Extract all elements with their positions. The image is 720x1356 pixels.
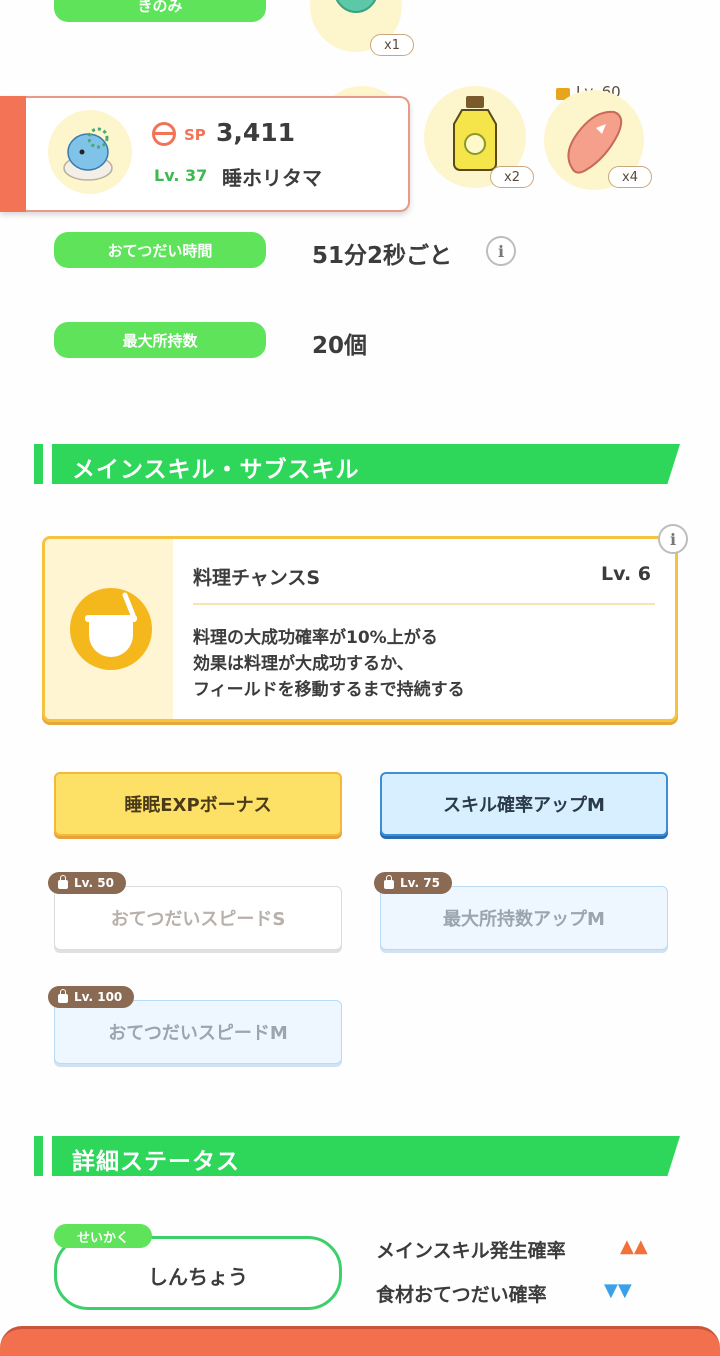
sub-skill-3-button[interactable]: おてつだいスピードS [54, 886, 342, 950]
sub-skill-4-button[interactable]: 最大所持数アップM [380, 886, 668, 950]
skills-section-header: メインスキル・サブスキル [34, 444, 680, 484]
lock-icon [58, 875, 68, 889]
sp-label: SP [184, 126, 206, 144]
main-skill-level: Lv. 6 [601, 563, 651, 585]
pokemon-avatar [48, 110, 132, 194]
lock-icon [384, 875, 394, 889]
help-time-value: 51分2秒ごと [312, 243, 453, 269]
bottom-action-bar[interactable] [0, 1326, 720, 1356]
pokemon-name: 睡ホリタマ [222, 166, 322, 190]
sub-skill-4-lock-label: Lv. 75 [400, 876, 440, 890]
nature-tag: せいかく [54, 1224, 152, 1248]
nature-down-label: 食材おてつだい確率 [376, 1284, 547, 1306]
lock-icon [58, 989, 68, 1003]
nature-up-marks: ▲▲ [620, 1236, 648, 1257]
sub-skill-5-lock-label: Lv. 100 [74, 990, 123, 1004]
skills-section-title: メインスキル・サブスキル [72, 457, 360, 483]
help-time-info-icon[interactable]: i [486, 236, 516, 266]
main-skill-desc-line-2: 効果は料理が大成功するか、 [193, 654, 414, 674]
detail-section-title: 詳細ステータス [72, 1149, 240, 1175]
nature-value: しんちょう [148, 1265, 248, 1289]
main-skill-info-icon[interactable]: i [658, 524, 688, 554]
sub-skill-5-button[interactable]: おてつだいスピードM [54, 1000, 342, 1064]
cooking-pot-icon [70, 588, 152, 670]
ingredient-slot-2-count: x2 [490, 166, 534, 188]
max-carry-value: 20個 [312, 333, 368, 359]
pokemon-card[interactable]: SP 3,411 Lv. 37 睡ホリタマ [0, 96, 410, 212]
help-time-label: おてつだい時間 [54, 232, 266, 268]
main-skill-desc-line-1: 料理の大成功確率が10%上がる [193, 628, 438, 648]
max-carry-label: 最大所持数 [54, 322, 266, 358]
pokemon-card-stripe [0, 96, 26, 212]
sp-icon [152, 122, 176, 146]
berry-label: きのみ [54, 0, 266, 22]
sub-skill-4-lock: Lv. 75 [374, 872, 452, 894]
ingredient-slot-3-count: x4 [608, 166, 652, 188]
sub-skill-5-lock: Lv. 100 [48, 986, 135, 1008]
sub-skill-2-button[interactable]: スキル確率アップM [380, 772, 668, 836]
main-skill-name: 料理チャンスS [193, 567, 321, 589]
main-skill-desc-line-3: フィールドを移動するまで持続する [193, 680, 465, 700]
sub-skill-3-lock: Lv. 50 [48, 872, 126, 894]
nature-up-label: メインスキル発生確率 [376, 1240, 566, 1262]
main-skill-divider [193, 603, 655, 605]
detail-section-header: 詳細ステータス [34, 1136, 680, 1176]
main-skill-icon-pane [45, 539, 173, 719]
sub-skill-3-lock-label: Lv. 50 [74, 876, 114, 890]
pokemon-sprite-icon [63, 127, 113, 181]
berry-count: x1 [370, 34, 414, 56]
sub-skill-1-button[interactable]: 睡眠EXPボーナス [54, 772, 342, 836]
main-skill-card[interactable]: 料理チャンスS Lv. 6 料理の大成功確率が10%上がる 効果は料理が大成功す… [42, 536, 678, 722]
sp-value: 3,411 [216, 118, 296, 147]
pokemon-level: Lv. 37 [154, 166, 208, 185]
nature-down-marks: ▼▼ [604, 1280, 632, 1301]
